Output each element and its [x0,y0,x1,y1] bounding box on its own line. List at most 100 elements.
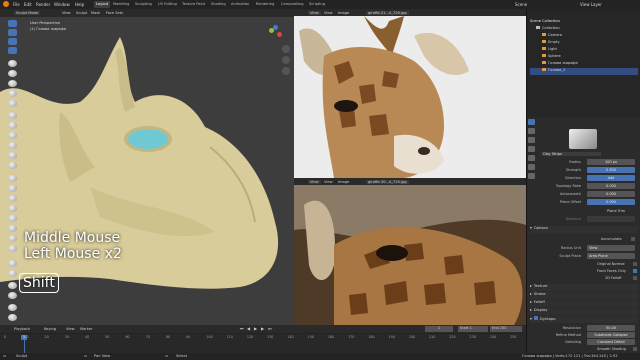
modifier-tab-icon[interactable] [528,164,535,170]
navigation-gizmo[interactable] [265,25,285,45]
strength-field[interactable]: 0.500 [587,167,635,173]
viewport-menu-sculpt[interactable]: Sculpt [76,11,87,15]
image-editor-1-menu-view-2[interactable]: View [324,11,333,15]
jump-start-icon[interactable]: ⏮ [240,326,244,331]
tool-elastic-deform-icon[interactable] [8,185,17,192]
refine-method-field[interactable]: Subdivide Collapse [587,332,635,338]
tool-transform-icon[interactable] [8,314,17,321]
dyntopo-checkbox[interactable] [533,316,538,320]
image-editor-1-image-name[interactable]: giraffe-21...0_720.jpg [366,10,409,15]
outliner-row-empty[interactable]: Empty [530,40,638,47]
radius-field[interactable]: 100 px [587,159,635,165]
brush-name-field[interactable]: Clay Strips [541,151,639,158]
image-editor-1-menu-view[interactable]: View [308,10,321,15]
tool-clay-thumb-icon[interactable] [8,60,17,67]
mode-selector[interactable]: Sculpt Mode [14,10,41,15]
workspace-tab-rendering[interactable]: Rendering [254,1,276,8]
tool-nudge-icon[interactable] [8,225,17,232]
timeline-menu-marker[interactable]: Marker [80,327,92,331]
detailing-row[interactable]: Detailing Constant Detail [541,339,639,346]
direction-field[interactable]: Add [587,175,635,181]
blender-logo-icon[interactable] [3,1,9,7]
radius-unit-field[interactable]: View [587,245,635,251]
tool-box-hide-icon[interactable] [8,292,17,299]
distance-row[interactable]: Distance [541,216,639,223]
front-faces-checkbox[interactable] [633,269,637,273]
scene-selector[interactable]: Scene [515,2,527,7]
tool-draw-face-sets-icon[interactable] [8,270,17,277]
viewport-menu-mask[interactable]: Mask [91,11,100,15]
smooth-shading-row[interactable]: Smooth Shading [541,346,639,353]
menu-edit[interactable]: Edit [24,2,32,7]
image-editor-2-menu-view[interactable]: View [308,179,321,184]
tool-blob-icon[interactable] [8,90,17,97]
workspace-tab-animation[interactable]: Animation [229,1,251,8]
resolution-field[interactable]: 50.00 [587,325,635,331]
radius-row[interactable]: Radius 100 px [541,159,639,166]
tool-mesh-filter-icon[interactable] [8,304,17,311]
menu-window[interactable]: Window [54,2,70,7]
material-tab-icon[interactable] [528,173,535,179]
topology-rake-row[interactable]: Topology Rake 0.000 [541,183,639,190]
menu-file[interactable]: File [13,2,20,7]
outliner-row-light[interactable]: Light [530,47,638,54]
tool-fill-icon[interactable] [8,132,17,139]
output-tab-icon[interactable] [528,137,535,143]
tool-clay-icon[interactable] [8,38,17,45]
tool-smooth-icon[interactable] [8,112,17,119]
workspace-tab-scripting[interactable]: Scripting [307,1,327,8]
tool-tab-icon[interactable] [528,119,535,125]
accumulate-row[interactable]: Accumulate [541,236,639,243]
menu-help[interactable]: Help [75,2,84,7]
jump-end-icon[interactable]: ⏭ [268,326,272,331]
image-editor-2-menu-view-2[interactable]: View [324,180,333,184]
workspace-tab-layout[interactable]: Layout [94,1,111,8]
tool-draw-sharp-icon[interactable] [8,29,17,36]
outliner-row-giraffe-head[interactable]: Голова жирафа [530,61,638,68]
autosmooth-row[interactable]: Autosmooth 0.000 [541,191,639,198]
2d-falloff-row[interactable]: 2D Falloff [541,275,639,282]
front-faces-row[interactable]: Front Faces Only [541,268,639,275]
strength-row[interactable]: Strength 0.500 [541,167,639,174]
tool-thumb-icon[interactable] [8,205,17,212]
object-tab-icon[interactable] [528,155,535,161]
tool-rotate-icon[interactable] [8,235,17,242]
tool-crease-icon[interactable] [8,100,17,107]
tool-mask-icon[interactable] [8,260,17,267]
brush-preview[interactable] [569,129,597,149]
viewport-menu-view[interactable]: View [62,11,71,15]
options-section-header[interactable]: ▾ Options [530,226,638,233]
original-normal-row[interactable]: Original Normal [541,261,639,268]
falloff-section-header[interactable]: ▸ Falloff [530,300,638,307]
nav-zoom-icon[interactable] [282,45,290,53]
workspace-tab-compositing[interactable]: Compositing [279,1,306,8]
nav-camera-icon[interactable] [282,67,290,75]
reference-image-giraffe-side[interactable] [294,185,526,325]
sculpt-plane-field[interactable]: Area Plane [587,253,635,259]
accumulate-checkbox[interactable] [631,237,635,241]
workspace-tab-shading[interactable]: Shading [209,1,228,8]
image-editor-1-menu-image[interactable]: Image [338,11,349,15]
resolution-row[interactable]: Resolution 50.00 [541,325,639,332]
outliner-row-giraffe-head-2[interactable]: Голова_2 [530,68,638,75]
tool-pinch-icon[interactable] [8,162,17,169]
display-section-header[interactable]: ▸ Display [530,308,638,315]
scene-tab-icon[interactable] [528,146,535,152]
2d-falloff-checkbox[interactable] [633,276,637,280]
render-tab-icon[interactable] [528,128,535,134]
tool-grab-icon[interactable] [8,175,17,182]
viewport-menu-face-sets[interactable]: Face Sets [106,11,123,15]
direction-row[interactable]: Direction Add [541,175,639,182]
tool-box-mask-icon[interactable] [8,282,17,289]
plane-offset-field[interactable]: 0.000 [587,199,635,205]
distance-field[interactable] [587,216,635,222]
tool-clay-strips-icon[interactable] [8,47,17,54]
dyntopo-section-header[interactable]: ▾ Dyntopo [530,316,638,323]
prev-key-icon[interactable]: ◀ [247,326,250,331]
topology-rake-field[interactable]: 0.000 [587,183,635,189]
autosmooth-field[interactable]: 0.000 [587,191,635,197]
timeline-menu-view[interactable]: View [66,327,75,331]
end-frame-field[interactable]: End 250 [490,326,522,332]
workspace-tab-uv-editing[interactable]: UV Editing [156,1,179,8]
tool-scrape-icon[interactable] [8,142,17,149]
